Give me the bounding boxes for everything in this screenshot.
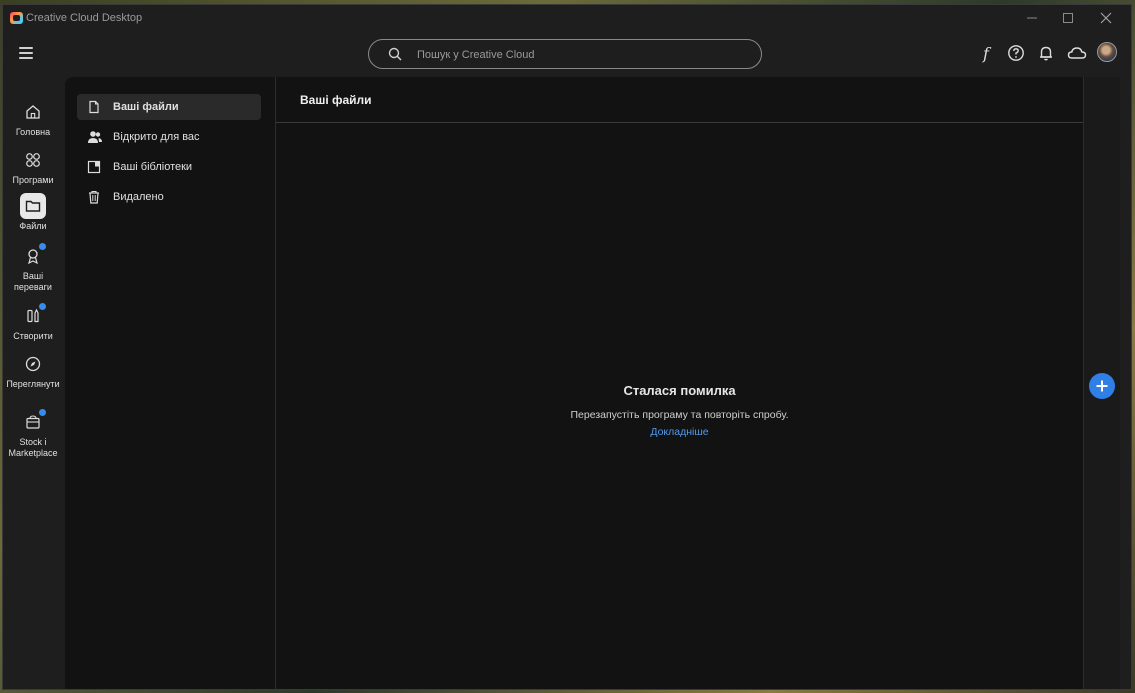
- rail-item-home[interactable]: Головна: [3, 99, 63, 138]
- subnav-label: Ваші файли: [113, 101, 179, 113]
- notification-dot: [39, 409, 46, 416]
- left-navigation-rail: Головна Програми Файли Ваші переваги Ств…: [3, 77, 63, 689]
- rail-label-files: Файли: [19, 221, 47, 231]
- title-bar: Creative Cloud Desktop: [3, 5, 1131, 31]
- rail-label-apps: Програми: [12, 175, 54, 185]
- notifications-bell-icon[interactable]: [1036, 43, 1056, 63]
- search-bar[interactable]: [368, 39, 762, 69]
- rail-label-create: Створити: [13, 331, 53, 341]
- shared-users-icon: [87, 130, 102, 144]
- trash-icon: [87, 190, 101, 204]
- files-content: Ваші файли Сталася помилка Перезапустіть…: [276, 77, 1083, 689]
- create-icon: [20, 303, 46, 329]
- rail-label-discover: Переглянути: [6, 379, 60, 389]
- error-title: Сталася помилка: [623, 383, 736, 398]
- subnav-label: Відкрито для вас: [113, 131, 200, 143]
- rail-label-benefits: Ваші переваги: [14, 271, 52, 292]
- folder-icon: [20, 193, 46, 219]
- menu-icon[interactable]: [17, 44, 35, 62]
- fonts-icon[interactable]: f: [976, 43, 996, 63]
- rail-label-stock: Stock і Marketplace: [8, 437, 58, 458]
- add-button[interactable]: [1089, 373, 1115, 399]
- subnav-label: Ваші бібліотеки: [113, 161, 193, 173]
- search-icon: [388, 47, 402, 61]
- search-input[interactable]: [415, 44, 749, 66]
- library-icon: [87, 160, 101, 174]
- minimize-button[interactable]: [1017, 8, 1047, 28]
- rail-item-files[interactable]: Файли: [3, 193, 63, 232]
- home-icon: [20, 99, 46, 125]
- error-message: Перезапустіть програму та повторіть спро…: [570, 409, 789, 421]
- maximize-button[interactable]: [1053, 8, 1083, 28]
- user-avatar[interactable]: [1097, 42, 1117, 62]
- subnav-item-your-files[interactable]: Ваші файли: [77, 94, 261, 120]
- file-icon: [87, 100, 101, 114]
- app-header: f: [3, 31, 1131, 77]
- files-subnav: Ваші файли Відкрито для вас Ваші бібліот…: [65, 77, 276, 689]
- cloud-sync-icon[interactable]: [1067, 43, 1087, 63]
- rail-item-apps[interactable]: Програми: [3, 147, 63, 186]
- notification-dot: [39, 243, 46, 250]
- close-button[interactable]: [1091, 8, 1121, 28]
- subnav-item-libraries[interactable]: Ваші бібліотеки: [77, 154, 261, 180]
- subnav-label: Видалено: [113, 191, 164, 203]
- main-panel: Ваші файли Відкрито для вас Ваші бібліот…: [65, 77, 1120, 689]
- subnav-item-shared[interactable]: Відкрито для вас: [77, 124, 261, 150]
- page-title: Ваші файли: [300, 93, 372, 107]
- rail-item-create[interactable]: Створити: [3, 303, 63, 342]
- notification-dot: [39, 303, 46, 310]
- rail-label-home: Головна: [15, 127, 51, 137]
- compass-icon: [20, 351, 46, 377]
- divider: [276, 122, 1083, 123]
- subnav-item-deleted[interactable]: Видалено: [77, 184, 261, 210]
- rail-item-stock[interactable]: Stock і Marketplace: [3, 409, 63, 459]
- stock-icon: [20, 409, 46, 435]
- learn-more-link[interactable]: Докладніше: [276, 426, 1083, 438]
- app-window: Creative Cloud Desktop f: [2, 4, 1132, 690]
- rail-item-discover[interactable]: Переглянути: [3, 351, 63, 390]
- window-title: Creative Cloud Desktop: [26, 12, 143, 24]
- creative-cloud-logo-icon: [10, 12, 23, 24]
- badge-icon: [20, 243, 46, 269]
- rail-item-benefits[interactable]: Ваші переваги: [3, 243, 63, 293]
- help-icon[interactable]: [1006, 43, 1026, 63]
- apps-icon: [20, 147, 46, 173]
